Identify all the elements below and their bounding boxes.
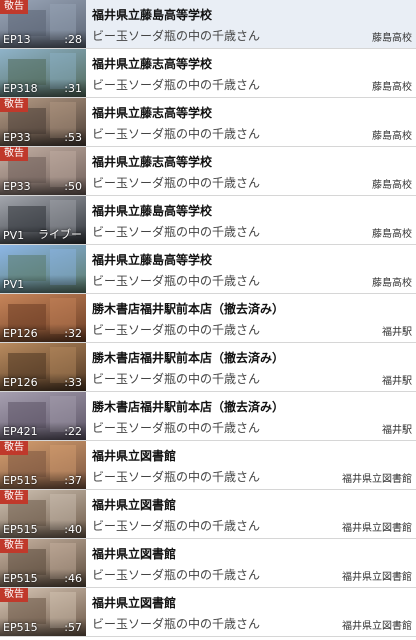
scene-thumbnail: PV1	[0, 245, 86, 293]
scene-thumbnail: EP126 :33	[0, 343, 86, 391]
place-title: 福井県立藤島高等学校	[92, 204, 213, 218]
episode-label: EP515	[3, 474, 38, 487]
location-tag: 福井県立図書館	[342, 474, 412, 485]
location-tag: 福井駅	[382, 376, 412, 387]
list-item[interactable]: 敬告 EP515:40 福井県立図書館 ビー玉ソーダ瓶の中の千歳さん 福井県立図書館	[0, 490, 416, 539]
work-title: ビー玉ソーダ瓶の中の千歳さん	[92, 519, 261, 533]
work-title: ビー玉ソーダ瓶の中の千歳さん	[92, 274, 261, 288]
work-title: ビー玉ソーダ瓶の中の千歳さん	[92, 421, 261, 435]
place-title: 福井県立図書館	[92, 498, 177, 512]
scene-thumbnail: 敬告 EP515 :46	[0, 539, 86, 587]
list-item[interactable]: 敬告 EP13 :28 福井県立藤島高等学校ビー玉ソーダ瓶の中の千歳さん 藤島高校	[0, 0, 416, 49]
episode-label: PV1	[3, 229, 25, 242]
work-title: ビー玉ソーダ瓶の中の千歳さん	[92, 127, 261, 141]
location-tag: 福井県立図書館	[342, 572, 412, 583]
place-title: 福井県立藤志高等学校	[92, 155, 213, 169]
work-title: ビー玉ソーダ瓶の中の千歳さん	[92, 568, 261, 582]
timestamp: :32	[64, 327, 82, 340]
timestamp: :28	[64, 33, 82, 46]
scene-thumbnail: 敬告 EP515 :37	[0, 441, 86, 489]
episode-label: EP515	[3, 572, 38, 585]
warning-badge: 敬告	[0, 0, 28, 14]
warning-badge: 敬告	[0, 539, 28, 553]
list-item[interactable]: EP126 :33 勝木書店福井駅前本店（撤去済み） ビー玉ソーダ瓶の中の千歳さん 福井…	[0, 343, 416, 392]
place-title: 福井県立図書館	[92, 449, 177, 463]
scene-thumbnail: EP318 :31	[0, 49, 86, 97]
scene-thumbnail: EP421 :22	[0, 392, 86, 440]
list-item[interactable]: PV1 福井県立藤島高等学校ビー玉ソーダ瓶の中の千歳さん 藤島高校	[0, 245, 416, 294]
place-title: 勝木書店福井駅前本店（撤去済み）	[92, 302, 285, 316]
episode-label: EP318	[3, 82, 38, 95]
timestamp: :37	[64, 474, 82, 487]
timestamp: :50	[64, 180, 82, 193]
scene-thumbnail: 敬告 EP33 :50	[0, 147, 86, 195]
episode-label: EP13	[3, 33, 31, 46]
episode-label: EP515	[3, 523, 38, 536]
episode-label: EP126	[3, 376, 38, 389]
scene-thumbnail: PV1 ライブー	[0, 196, 86, 244]
timestamp: :31	[64, 82, 82, 95]
warning-badge: 敬告	[0, 588, 28, 602]
timestamp: :57	[64, 621, 82, 634]
location-tag: 福井駅	[382, 327, 412, 338]
scene-thumbnail: 敬告 EP515 :57	[0, 588, 86, 636]
timestamp: ライブー	[38, 228, 82, 241]
timestamp: :22	[64, 425, 82, 438]
work-title: ビー玉ソーダ瓶の中の千歳さん	[92, 78, 261, 92]
location-tag: 藤島高校	[372, 229, 412, 240]
timestamp: :53	[64, 131, 82, 144]
place-title: 勝木書店福井駅前本店（撤去済み）	[92, 351, 285, 365]
timestamp: :40	[64, 523, 82, 536]
episode-label: EP33	[3, 131, 31, 144]
location-tag: 藤島高校	[372, 180, 412, 191]
list-item[interactable]: 敬告 EP33 :50 福井県立藤志高等学校ビー玉ソーダ瓶の中の千歳さん 藤島高校	[0, 147, 416, 196]
place-title: 福井県立藤志高等学校	[92, 57, 213, 71]
location-tag: 福井県立図書館	[342, 621, 412, 632]
work-title: ビー玉ソーダ瓶の中の千歳さん	[92, 617, 261, 631]
place-title: 福井県立藤島高等学校	[92, 8, 213, 22]
list-item[interactable]: 敬告 EP515:37 福井県立図書館 ビー玉ソーダ瓶の中の千歳さん 福井県立図書館	[0, 441, 416, 490]
work-title: ビー玉ソーダ瓶の中の千歳さん	[92, 176, 261, 190]
timestamp: :33	[64, 376, 82, 389]
work-title: ビー玉ソーダ瓶の中の千歳さん	[92, 323, 261, 337]
list-item[interactable]: 敬告 EP515:46 福井県立図書館 ビー玉ソーダ瓶の中の千歳さん 福井県立図書館	[0, 539, 416, 588]
warning-badge: 敬告	[0, 147, 28, 161]
warning-badge: 敬告	[0, 98, 28, 112]
list-item[interactable]: 敬告 EP515:57 福井県立図書館 ビー玉ソーダ瓶の中の千歳さん 福井県立図書館	[0, 588, 416, 637]
warning-badge: 敬告	[0, 441, 28, 455]
warning-badge: 敬告	[0, 490, 28, 504]
list-item[interactable]: EP318 :31 福井県立藤志高等学校ビー玉ソーダ瓶の中の千歳さん 藤島高校	[0, 49, 416, 98]
work-title: ビー玉ソーダ瓶の中の千歳さん	[92, 29, 261, 43]
scene-thumbnail: 敬告 EP13 :28	[0, 0, 86, 48]
work-title: ビー玉ソーダ瓶の中の千歳さん	[92, 470, 261, 484]
location-tag: 藤島高校	[372, 82, 412, 93]
location-tag: 藤島高校	[372, 278, 412, 289]
location-tag: 福井駅	[382, 425, 412, 436]
place-title: 福井県立図書館	[92, 596, 177, 610]
place-title: 福井県立藤島高等学校	[92, 253, 213, 267]
location-tag: 藤島高校	[372, 131, 412, 142]
scene-thumbnail: 敬告 EP33 :53	[0, 98, 86, 146]
list-item[interactable]: EP421 :22 勝木書店福井駅前本店（撤去済み） ビー玉ソーダ瓶の中の千歳さん 福井…	[0, 392, 416, 441]
episode-label: EP126	[3, 327, 38, 340]
timestamp: :46	[64, 572, 82, 585]
location-tag: 福井県立図書館	[342, 523, 412, 534]
list-item[interactable]: 敬告 EP33 :53 福井県立藤志高等学校ビー玉ソーダ瓶の中の千歳さん 藤島高校	[0, 98, 416, 147]
scene-thumbnail: 敬告 EP515 :40	[0, 490, 86, 538]
location-tag: 藤島高校	[372, 33, 412, 44]
episode-label: EP515	[3, 621, 38, 634]
scene-thumbnail: EP126 :32	[0, 294, 86, 342]
place-title: 福井県立藤志高等学校	[92, 106, 213, 120]
list-item[interactable]: PV1 ライブー 福井県立藤島高等学校ビー玉ソーダ瓶の中の千歳さん 藤島高校	[0, 196, 416, 245]
episode-label: EP421	[3, 425, 38, 438]
work-title: ビー玉ソーダ瓶の中の千歳さん	[92, 372, 261, 386]
episode-label: EP33	[3, 180, 31, 193]
place-title: 勝木書店福井駅前本店（撤去済み）	[92, 400, 285, 414]
episode-label: PV1	[3, 278, 25, 291]
work-title: ビー玉ソーダ瓶の中の千歳さん	[92, 225, 261, 239]
place-title: 福井県立図書館	[92, 547, 177, 561]
scene-list: 敬告 EP13:28 福井県立藤島高等学校 ビー玉ソーダ瓶の中の千歳さん 藤島高校 EP3…	[0, 0, 416, 640]
list-item[interactable]: EP126 :32 勝木書店福井駅前本店（撤去済み） ビー玉ソーダ瓶の中の千歳さん 福井…	[0, 294, 416, 343]
